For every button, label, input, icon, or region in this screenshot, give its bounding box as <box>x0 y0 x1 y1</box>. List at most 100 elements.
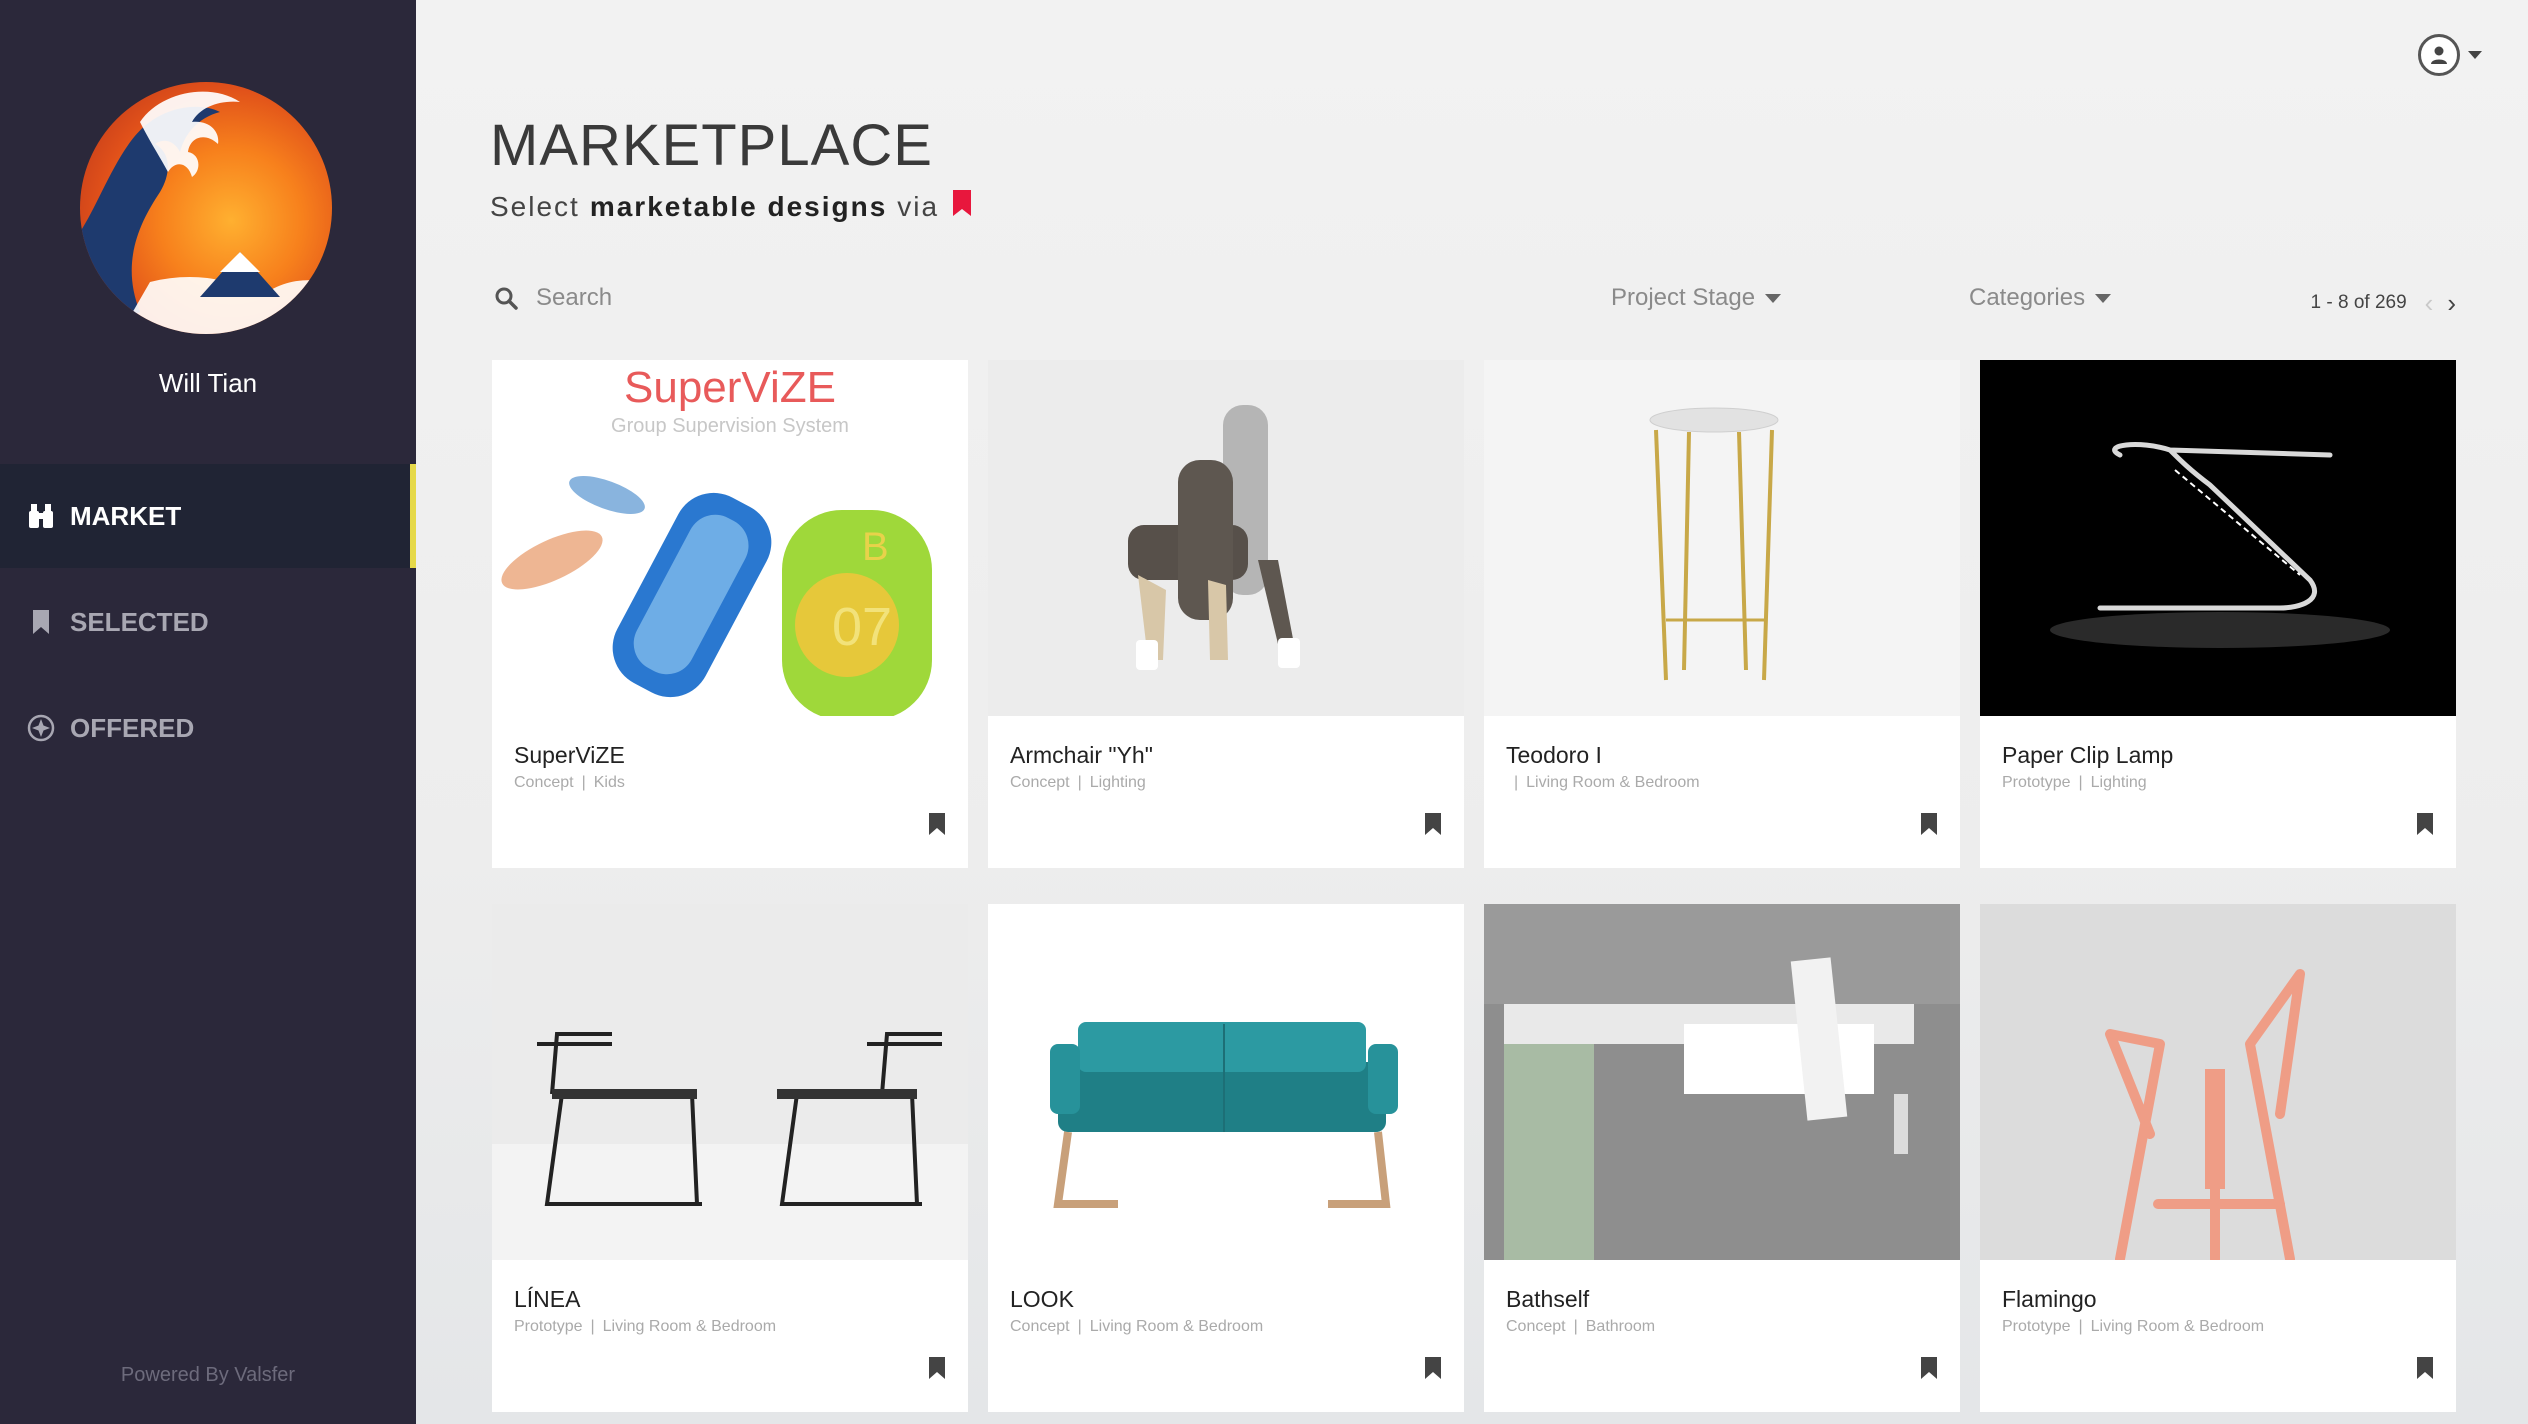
page-subtitle: Select marketable designs via <box>490 190 973 223</box>
search-placeholder: Search <box>536 284 613 311</box>
subtitle-suffix: via <box>897 190 940 222</box>
binoculars-icon <box>26 501 56 531</box>
page-title: MARKETPLACE <box>490 113 933 178</box>
bookmark-icon <box>2417 813 2433 835</box>
product-image[interactable] <box>988 904 1464 1260</box>
product-image[interactable]: SuperViZE Group Supervision System 07 B <box>492 360 968 716</box>
user-name: Will Tian <box>158 368 258 398</box>
product-name[interactable]: LÍNEA <box>514 1286 580 1313</box>
supervize-image-subtitle: Group Supervision System <box>611 415 849 437</box>
product-stage: Concept <box>514 774 574 791</box>
product-image[interactable] <box>1980 360 2456 716</box>
product-stage: Prototype <box>2002 1318 2071 1335</box>
prev-page-button[interactable]: ‹ <box>2425 290 2434 316</box>
product-image[interactable] <box>492 904 968 1260</box>
bookmark-icon <box>26 607 56 637</box>
powered-by: Powered By Valsfer <box>120 1364 296 1386</box>
product-meta: Concept | Living Room & Bedroom <box>1010 1318 1264 1335</box>
nav-label-selected: SELECTED <box>70 606 209 637</box>
bookmark-icon <box>929 1357 945 1379</box>
svg-text:B: B <box>862 525 889 569</box>
bookmark-button[interactable] <box>928 1357 946 1384</box>
pagination: 1 - 8 of 269 ‹ › <box>2310 290 2456 316</box>
product-category: Lighting <box>2090 774 2147 791</box>
product-meta: | Living Room & Bedroom <box>1514 774 1700 791</box>
project-stage-dropdown[interactable]: Project Stage <box>1611 284 1782 312</box>
product-name[interactable]: Bathself <box>1506 1286 1589 1313</box>
wave-artwork-icon <box>80 91 332 334</box>
product-stage: Concept <box>1010 1318 1070 1335</box>
bookmark-button[interactable] <box>1920 813 1938 840</box>
product-category: Lighting <box>1089 774 1146 791</box>
supervize-image-title: SuperViZE <box>624 363 836 412</box>
product-name[interactable]: SuperViZE <box>514 742 625 769</box>
categories-dropdown[interactable]: Categories <box>1969 284 2112 312</box>
bookmark-button[interactable] <box>1920 1357 1938 1384</box>
product-image[interactable] <box>1980 904 2456 1260</box>
bookmark-icon <box>929 813 945 835</box>
product-category: Kids <box>593 774 625 791</box>
product-stage: Prototype <box>2002 774 2071 791</box>
product-category: Living Room & Bedroom <box>1089 1318 1264 1335</box>
bookmark-button[interactable] <box>2416 813 2434 840</box>
product-name[interactable]: Paper Clip Lamp <box>2002 742 2173 769</box>
chevron-down-icon <box>2468 51 2482 59</box>
subtitle-bold: marketable designs <box>589 190 888 222</box>
product-category: Bathroom <box>1585 1318 1656 1335</box>
product-meta: Concept | Bathroom <box>1506 1318 1656 1335</box>
sidebar: Will Tian MARKET SELECTED OFFERED Powere… <box>0 0 416 1424</box>
bookmark-icon <box>1921 1357 1937 1379</box>
product-image[interactable] <box>988 360 1464 716</box>
product-meta: Concept | Kids <box>514 774 625 791</box>
bookmark-icon <box>1425 813 1441 835</box>
nav-label-offered: OFFERED <box>70 712 195 743</box>
bookmark-icon <box>1921 813 1937 835</box>
product-card[interactable]: Paper Clip Lamp Prototype | Lighting <box>1980 360 2456 868</box>
product-image[interactable] <box>1484 360 1960 716</box>
nav-item-selected[interactable]: SELECTED <box>0 570 416 674</box>
bookmark-button[interactable] <box>928 813 946 840</box>
product-name[interactable]: Flamingo <box>2002 1286 2097 1313</box>
product-card[interactable]: Teodoro I | Living Room & Bedroom <box>1484 360 1960 868</box>
bookmark-button[interactable] <box>1424 1357 1442 1384</box>
user-menu[interactable] <box>2418 34 2482 76</box>
bookmark-button[interactable] <box>1424 813 1442 840</box>
product-category: Living Room & Bedroom <box>602 1318 777 1335</box>
product-card[interactable]: LÍNEA Prototype | Living Room & Bedroom <box>492 904 968 1412</box>
product-image[interactable] <box>1484 904 1960 1260</box>
compass-icon <box>26 713 56 743</box>
nav-label-market: MARKET <box>70 500 182 531</box>
product-name[interactable]: Armchair "Yh" <box>1010 742 1153 769</box>
product-category: Living Room & Bedroom <box>1526 774 1700 791</box>
bookmark-button[interactable] <box>2416 1357 2434 1384</box>
main-content: MARKETPLACE Select marketable designs vi… <box>416 0 2528 1424</box>
product-card[interactable]: Bathself Concept | Bathroom <box>1484 904 1960 1412</box>
project-stage-label: Project Stage <box>1611 284 1756 311</box>
product-meta: Prototype | Living Room & Bedroom <box>2002 1318 2265 1335</box>
search-field[interactable]: Search <box>494 284 612 312</box>
bookmark-icon <box>2417 1357 2433 1379</box>
svg-text:07: 07 <box>832 597 892 657</box>
product-meta: Prototype | Living Room & Bedroom <box>514 1318 777 1335</box>
product-card[interactable]: Flamingo Prototype | Living Room & Bedroom <box>1980 904 2456 1412</box>
next-page-button[interactable]: › <box>2447 290 2456 316</box>
product-card[interactable]: LOOK Concept | Living Room & Bedroom <box>988 904 1464 1412</box>
product-meta: Concept | Lighting <box>1010 774 1146 791</box>
search-icon <box>494 286 518 310</box>
subtitle-prefix: Select <box>490 190 580 222</box>
pagination-text: 1 - 8 of 269 <box>2310 292 2407 313</box>
product-stage: Prototype <box>514 1318 583 1335</box>
product-meta: Prototype | Lighting <box>2002 774 2147 791</box>
product-name[interactable]: Teodoro I <box>1506 742 1602 769</box>
user-icon <box>2418 34 2460 76</box>
bookmark-icon <box>1425 1357 1441 1379</box>
avatar[interactable] <box>80 82 332 334</box>
nav-item-market[interactable]: MARKET <box>0 464 416 568</box>
product-name[interactable]: LOOK <box>1010 1286 1074 1313</box>
nav-item-offered[interactable]: OFFERED <box>0 676 416 780</box>
categories-label: Categories <box>1969 284 2086 311</box>
product-card[interactable]: Armchair "Yh" Concept | Lighting <box>988 360 1464 868</box>
product-category: Living Room & Bedroom <box>2090 1318 2265 1335</box>
product-card[interactable]: SuperViZE Group Supervision System 07 B … <box>492 360 968 868</box>
product-stage: Concept <box>1010 774 1070 791</box>
